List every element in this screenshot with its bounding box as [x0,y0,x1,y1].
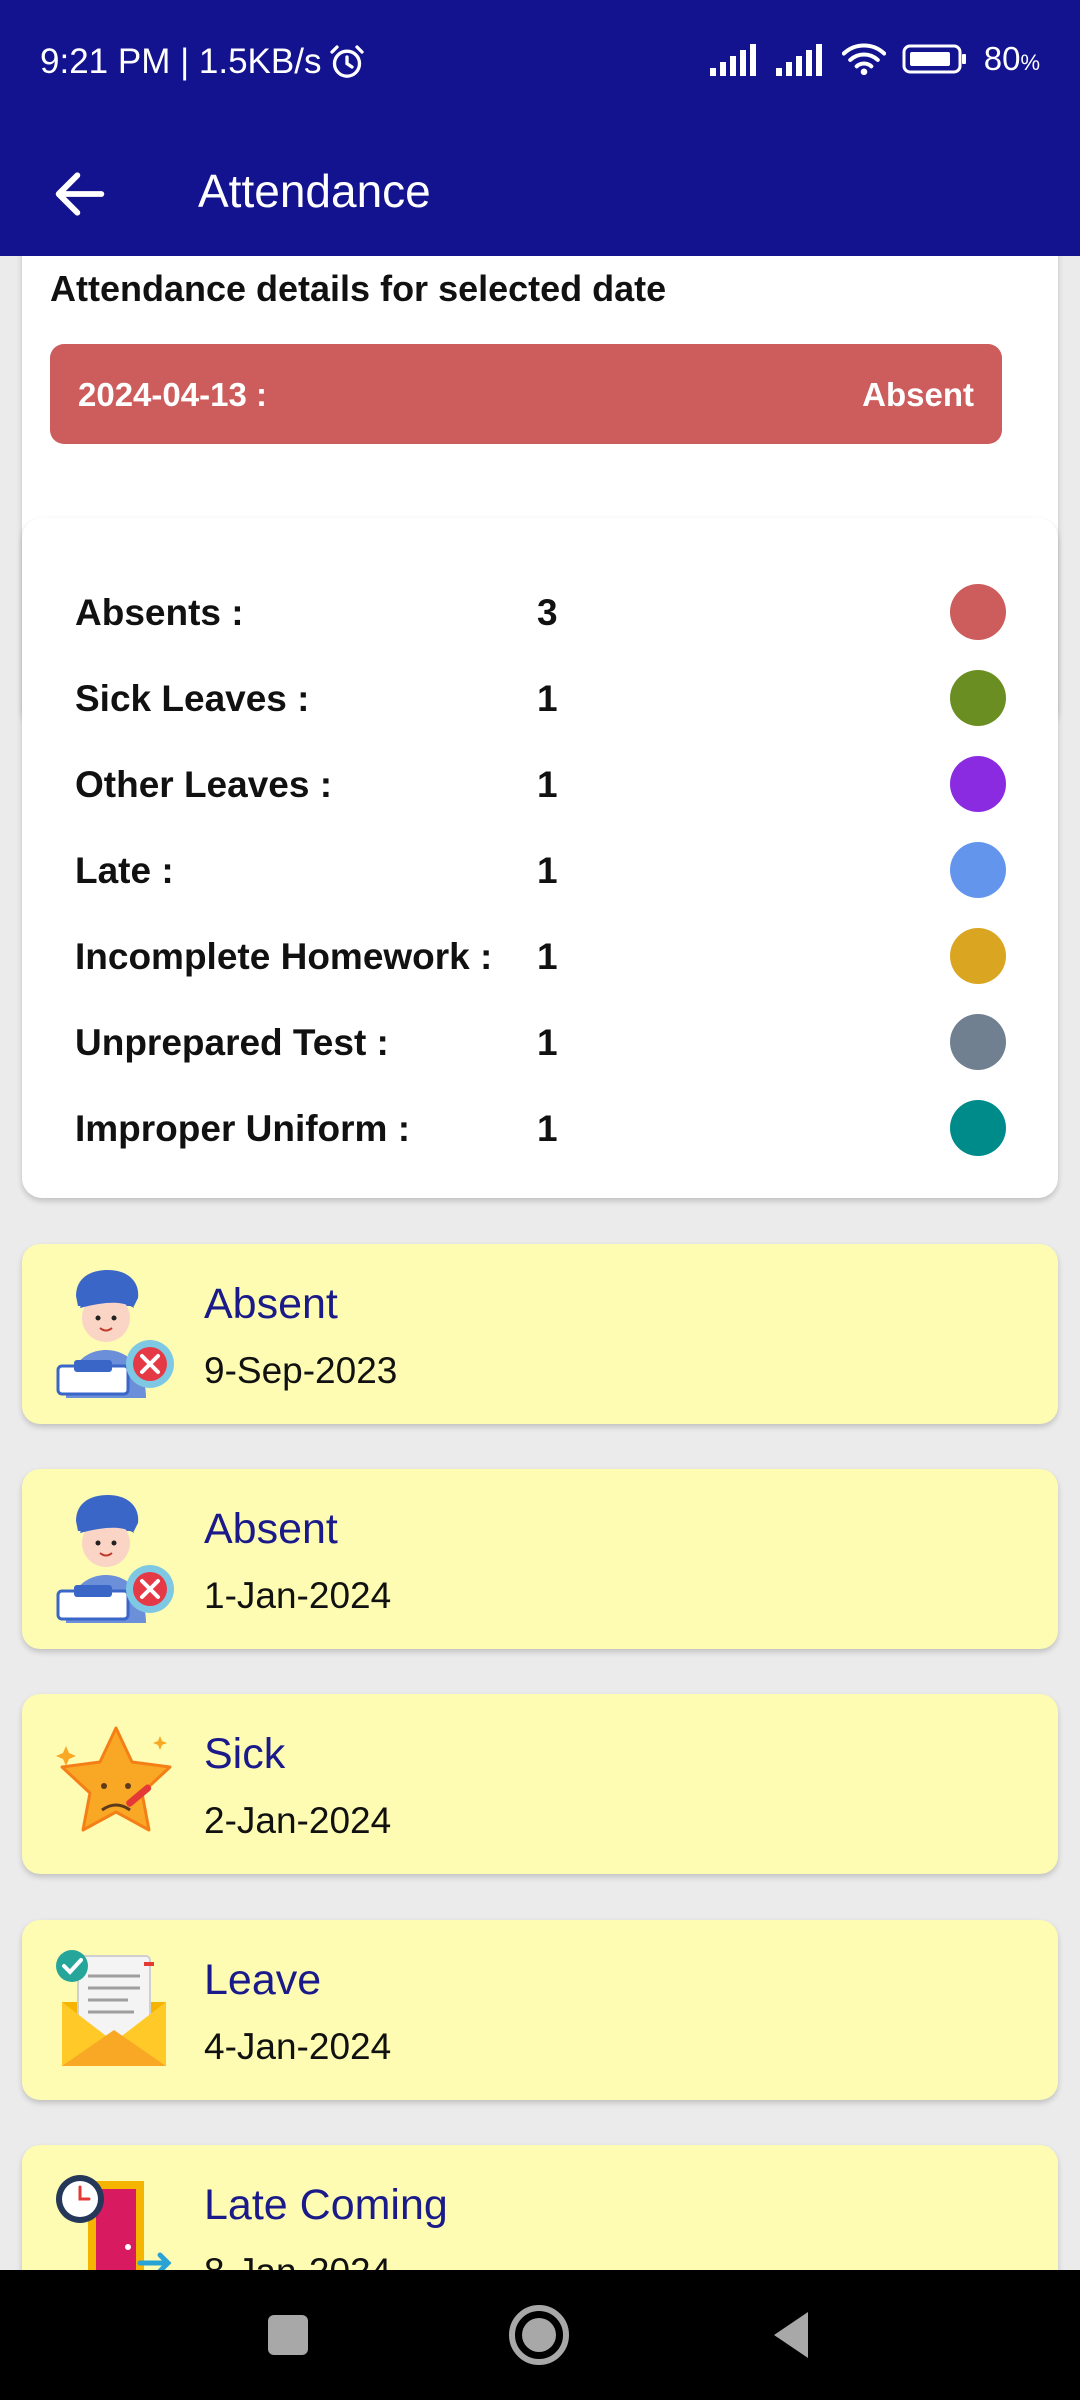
arrow-back-icon [55,172,105,216]
summary-value: 1 [537,678,558,719]
summary-label: Unprepared Test : [75,1022,389,1063]
sick-leave-color-dot [950,670,1006,726]
record-date: 9-Sep-2023 [204,1350,398,1391]
selected-date: 2024-04-13 : [78,376,267,413]
summary-value: 1 [537,764,558,805]
status-left: 9:21 PM | 1.5KB/s [40,42,367,82]
attendance-record-card[interactable]: Leave 4-Jan-2024 [22,1920,1058,2100]
record-title: Leave [204,1956,322,2004]
battery-icon [902,44,966,74]
student-absent-icon [56,1270,174,1398]
summary-row-incomplete-homework: Incomplete Homework : 1 [22,912,1058,998]
record-title: Absent [204,1280,338,1328]
attendance-record-card[interactable]: Absent 9-Sep-2023 [22,1244,1058,1424]
sick-star-icon [56,1726,172,1832]
summary-label: Sick Leaves : [75,678,310,719]
back-button[interactable] [48,162,112,226]
summary-label: Other Leaves : [75,764,333,805]
battery-value: 80 [983,40,1021,77]
battery-level: 80% [984,40,1040,78]
test-color-dot [950,1014,1006,1070]
summary-row-unprepared-test: Unprepared Test : 1 [22,998,1058,1084]
attendance-record-card[interactable]: Absent 1-Jan-2024 [22,1469,1058,1649]
attendance-scroll-area[interactable]: Attendance details for selected date 202… [0,256,1080,2270]
leave-envelope-icon [56,1950,166,2066]
summary-value: 1 [537,850,558,891]
student-absent-icon [56,1495,174,1623]
status-time-speed: 9:21 PM | 1.5KB/s [40,42,322,81]
record-date: 4-Jan-2024 [204,2026,392,2067]
summary-row-sick-leaves: Sick Leaves : 1 [22,654,1058,740]
record-date: 8-Jan-2024 [204,2251,391,2270]
summary-value: 1 [537,1022,558,1063]
summary-value: 1 [537,1108,558,1149]
record-date: 2-Jan-2024 [204,1800,392,1841]
homework-color-dot [950,928,1006,984]
attendance-record-card[interactable]: Sick 2-Jan-2024 [22,1694,1058,1874]
wifi-icon [841,43,886,76]
summary-value: 3 [537,592,558,633]
selected-date-heading: Attendance details for selected date [50,268,667,309]
summary-label: Incomplete Homework : [75,936,493,977]
page-title: Attendance [198,165,431,217]
alarm-icon [330,45,365,78]
summary-row-other-leaves: Other Leaves : 1 [22,740,1058,826]
status-bar: 9:21 PM | 1.5KB/s 80% [0,0,1080,128]
summary-row-late: Late : 1 [22,826,1058,912]
absent-color-dot [950,584,1006,640]
recents-icon[interactable] [253,2300,323,2370]
uniform-color-dot [950,1100,1006,1156]
summary-label: Absents : [75,592,244,633]
summary-value: 1 [537,936,558,977]
home-icon[interactable] [504,2300,574,2370]
status-right: 80% [709,40,1040,78]
record-title: Sick [204,1730,286,1778]
other-leave-color-dot [950,756,1006,812]
selected-date-status-bar: 2024-04-13 : Absent [50,344,1002,444]
attendance-summary-card: Absents : 3 Sick Leaves : 1 Other Leaves… [22,518,1058,1198]
summary-row-absents: Absents : 3 [22,568,1058,654]
signal-icon-2 [775,44,822,76]
record-date: 1-Jan-2024 [204,1575,392,1616]
attendance-record-card[interactable]: Late Coming 8-Jan-2024 [22,2145,1058,2270]
late-color-dot [950,842,1006,898]
signal-icon [709,44,756,76]
record-title: Absent [204,1505,338,1553]
app-bar: Attendance [0,128,1080,256]
late-door-clock-icon [56,2175,172,2270]
battery-unit: % [1020,50,1040,75]
selected-date-status: Absent [862,376,974,413]
record-title: Late Coming [204,2181,448,2229]
summary-label: Late : [75,850,174,891]
summary-row-improper-uniform: Improper Uniform : 1 [22,1084,1058,1170]
summary-label: Improper Uniform : [75,1108,411,1149]
back-nav-icon[interactable] [756,2300,826,2370]
system-nav-bar [0,2270,1080,2400]
